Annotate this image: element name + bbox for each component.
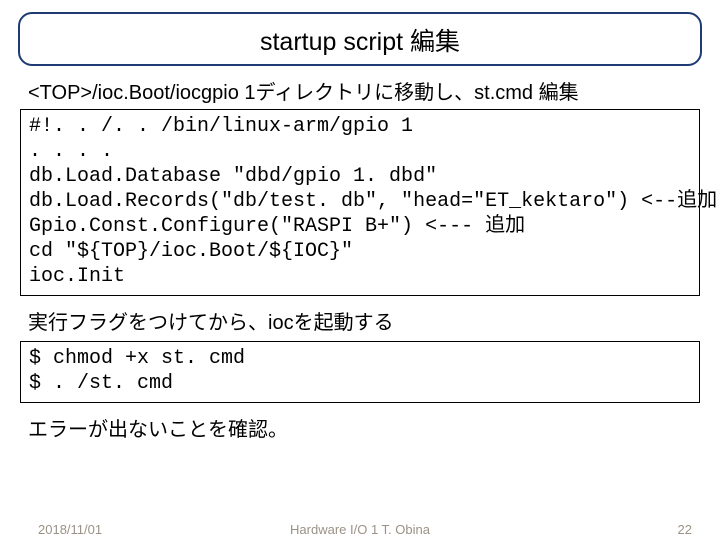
- instruction-1: <TOP>/ioc.Boot/iocgpio 1ディレクトリに移動し、st.cm…: [28, 76, 702, 105]
- slide-page: startup script 編集 <TOP>/ioc.Boot/iocgpio…: [0, 0, 720, 540]
- code-block-shell: $ chmod +x st. cmd $ . /st. cmd: [20, 341, 700, 403]
- footer-center: Hardware I/O 1 T. Obina: [0, 522, 720, 537]
- slide-title: startup script 編集: [18, 12, 702, 66]
- instruction-2: 実行フラグをつけてから、iocを起動する: [28, 306, 702, 335]
- code-block-stcmd: #!. . /. . /bin/linux-arm/gpio 1 . . . .…: [20, 109, 700, 296]
- instruction-3: エラーが出ないことを確認。: [28, 413, 702, 442]
- footer-pagenum: 22: [678, 522, 692, 537]
